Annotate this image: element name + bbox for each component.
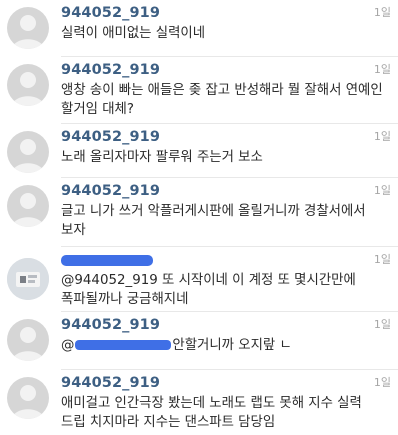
comment-text: 앵창 송이 빠는 애들은 좆 잡고 반성해라 뭘 잘해서 연예인 할거임 대체? [61,83,383,117]
avatar[interactable] [7,131,49,173]
comment-username[interactable]: 944052_919 [61,127,386,147]
user-silhouette-icon [12,139,44,173]
comment-item: 944052_919 글고 니가 쓰거 악플러게시판에 올릴거니까 경찰서에서 … [0,178,398,246]
redacted-mention [75,340,172,350]
avatar[interactable] [7,7,49,49]
comment-item: 944052_919 애미걸고 인간극장 봤는데 노래도 랩도 못해 지수 실력… [0,370,398,435]
comment-username[interactable]: 944052_919 [61,60,386,80]
user-silhouette-icon [12,72,44,106]
comment-text: 글고 니가 쓰거 악플러게시판에 올릴거니까 경찰서에서 보자 [61,204,366,238]
comment-item: 944052_919 @ 안할거니까 오지랖 ㄴ 1일 [0,312,398,369]
comment-username[interactable]: 944052_919 [61,181,386,201]
user-silhouette-icon [12,385,44,419]
comment-time: 1일 [373,318,391,331]
comment-item: 944052_919 노래 올리자마자 팔루워 주는거 보소 1일 [0,124,398,177]
comment-time: 1일 [373,6,391,19]
comment-time: 1일 [373,130,391,143]
user-silhouette-icon [12,15,44,49]
profile-photo-icon [7,258,49,300]
comment-username[interactable] [61,250,386,270]
comment-time: 1일 [373,184,391,197]
avatar[interactable] [7,377,49,419]
comment-username[interactable]: 944052_919 [61,3,386,23]
comment-text: @ 안할거니까 오지랖 ㄴ [61,338,292,353]
comment-time: 1일 [373,376,391,389]
comment-text: 노래 올리자마자 팔루워 주는거 보소 [61,150,263,165]
comment-username[interactable]: 944052_919 [61,315,386,335]
comment-time: 1일 [373,253,391,266]
comment-item: @944052_919 또 시작이네 이 계정 또 몇시간만에 폭파될까나 궁금… [0,247,398,311]
avatar[interactable] [7,64,49,106]
user-silhouette-icon [12,327,44,361]
comment-feed: 944052_919 실력이 애미없는 실력이네 1일 944052_919 앵… [0,0,398,435]
comment-text: 애미걸고 인간극장 봤는데 노래도 랩도 못해 지수 실력 드립 치지마라 지수… [61,396,362,430]
comment-item: 944052_919 실력이 애미없는 실력이네 1일 [0,0,398,56]
redacted-username [61,254,153,266]
comment-item: 944052_919 앵창 송이 빠는 애들은 좆 잡고 반성해라 뭘 잘해서 … [0,57,398,123]
comment-username[interactable]: 944052_919 [61,373,386,393]
comment-text: 실력이 애미없는 실력이네 [61,26,206,41]
comment-time: 1일 [373,63,391,76]
avatar[interactable] [7,185,49,227]
avatar[interactable] [7,258,49,300]
avatar[interactable] [7,319,49,361]
user-silhouette-icon [12,193,44,227]
comment-text: @944052_919 또 시작이네 이 계정 또 몇시간만에 폭파될까나 궁금… [61,273,356,307]
